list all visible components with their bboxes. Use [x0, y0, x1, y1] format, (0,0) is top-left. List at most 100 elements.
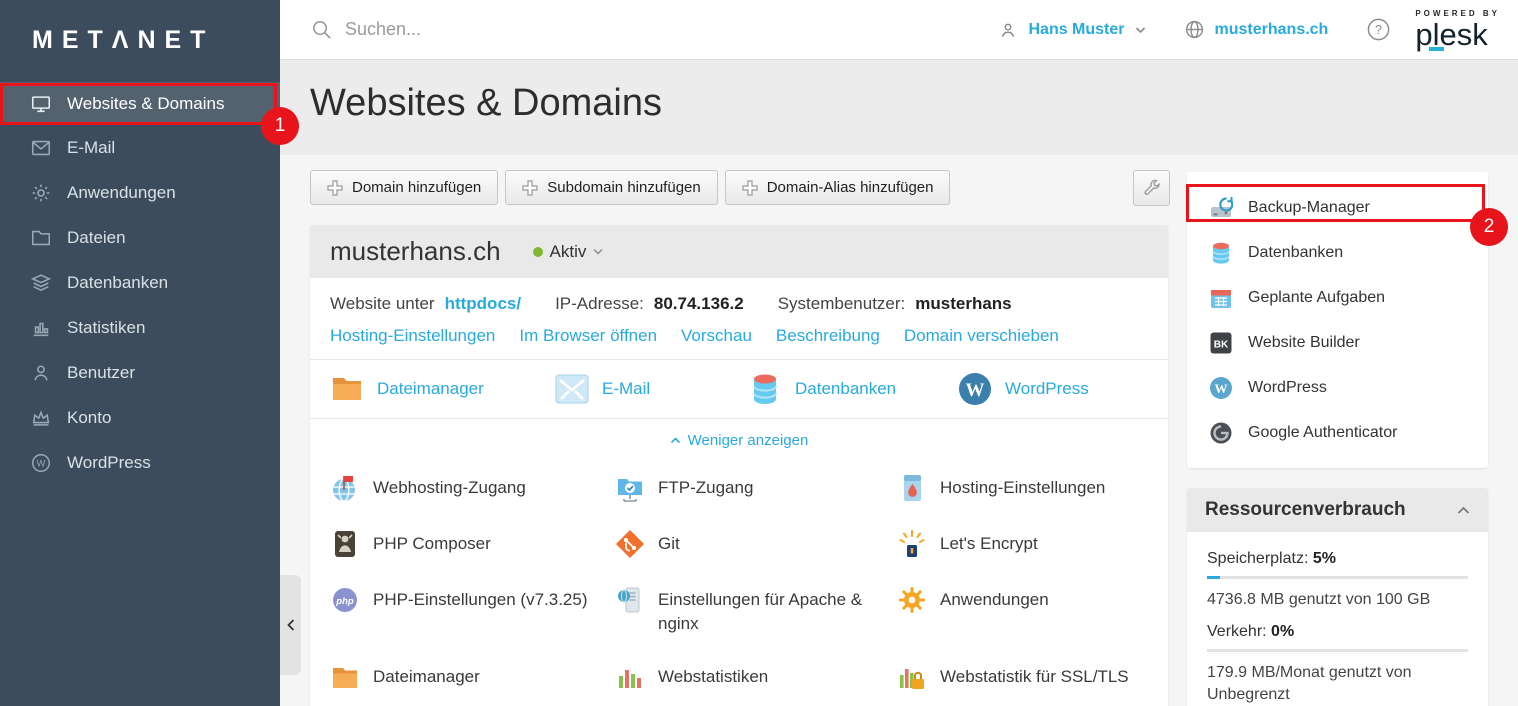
add-domain-alias-button[interactable]: Domain-Alias hinzufügen	[725, 170, 951, 205]
wordpress-item[interactable]: W WordPress	[1187, 365, 1488, 410]
tool-web-statistics[interactable]: Webstatistiken	[615, 662, 897, 692]
svg-text:W: W	[37, 458, 46, 468]
sidebar-item-wordpress[interactable]: W WordPress	[0, 440, 280, 485]
sidebar-item-datenbanken[interactable]: Datenbanken	[0, 260, 280, 305]
quick-email[interactable]: E-Mail	[555, 372, 748, 406]
quick-wordpress[interactable]: W WordPress	[958, 372, 1148, 406]
layers-icon	[30, 272, 52, 294]
sidebar-nav: Websites & Domains E-Mail Anwendungen Da…	[0, 82, 280, 485]
tool-lets-encrypt[interactable]: Let's Encrypt	[897, 529, 1148, 559]
tool-anwendungen[interactable]: Anwendungen	[897, 585, 1148, 636]
git-icon	[615, 529, 645, 559]
sidebar-item-statistiken[interactable]: Statistiken	[0, 305, 280, 350]
domain-tools-grid: Webhosting-Zugang FTP-Zugang Hosting-Ein…	[330, 461, 1148, 706]
domain-name: musterhans.ch	[330, 236, 501, 267]
tool-web-statistics-ssl[interactable]: Webstatistik für SSL/TLS	[897, 662, 1148, 692]
right-column: Backup-Manager Datenbanken Geplante Aufg…	[1187, 172, 1488, 706]
tool-file-manager[interactable]: Dateimanager	[330, 662, 615, 692]
user-icon	[998, 20, 1018, 40]
tool-apache-nginx-settings[interactable]: Einstellungen für Apache & nginx	[615, 585, 897, 636]
database-icon	[748, 372, 782, 406]
open-in-browser-link[interactable]: Im Browser öffnen	[519, 326, 657, 346]
web-statistics-ssl-icon	[897, 662, 927, 692]
quick-file-manager[interactable]: Dateimanager	[330, 372, 555, 406]
databases-item[interactable]: Datenbanken	[1187, 230, 1488, 275]
hosting-settings-link[interactable]: Hosting-Einstellungen	[330, 326, 495, 346]
sysuser-label: Systembenutzer:	[778, 290, 906, 318]
topbar: Hans Muster musterhans.ch ? POWERED BY p…	[280, 0, 1518, 60]
sidebar-item-label: Dateien	[67, 228, 126, 248]
wordpress-icon: W	[1209, 376, 1233, 400]
add-domain-button[interactable]: Domain hinzufügen	[310, 170, 498, 205]
sidebar-item-label: Benutzer	[67, 363, 135, 383]
wrench-icon	[1142, 178, 1162, 198]
chevron-up-icon	[670, 437, 681, 444]
website-under-label: Website unter	[330, 290, 435, 318]
disk-usage-bar	[1207, 576, 1468, 579]
ip-label: IP-Adresse:	[555, 290, 644, 318]
tool-ftp-access[interactable]: FTP-Zugang	[615, 473, 897, 503]
sidebar-item-websites-domains[interactable]: Websites & Domains	[0, 82, 280, 125]
svg-text:W: W	[1215, 381, 1228, 396]
help-icon[interactable]: ?	[1366, 17, 1391, 42]
search-icon	[310, 18, 333, 41]
plus-icon	[327, 180, 343, 196]
plus-icon	[742, 180, 758, 196]
show-less-link[interactable]: Weniger anzeigen	[330, 419, 1148, 461]
domain-links-row: Hosting-Einstellungen Im Browser öffnen …	[330, 326, 1148, 359]
add-subdomain-button[interactable]: Subdomain hinzufügen	[505, 170, 717, 205]
webhosting-access-icon	[330, 473, 360, 503]
applications-gear-icon	[897, 585, 927, 615]
sidebar-item-anwendungen[interactable]: Anwendungen	[0, 170, 280, 215]
preview-link[interactable]: Vorschau	[681, 326, 752, 346]
tool-webhosting-access[interactable]: Webhosting-Zugang	[330, 473, 615, 503]
settings-wrench-button[interactable]	[1133, 170, 1170, 206]
status-label: Aktiv	[550, 242, 587, 262]
domain-status-dropdown[interactable]: Aktiv	[533, 242, 604, 262]
sidebar-item-label: WordPress	[67, 453, 151, 473]
ftp-access-icon	[615, 473, 645, 503]
app-root: METΛNET Websites & Domains E-Mail Anwend…	[0, 0, 1518, 706]
status-dot	[533, 247, 543, 257]
domain-card: musterhans.ch Aktiv Website unter httpdo…	[310, 225, 1168, 706]
current-domain-link[interactable]: musterhans.ch	[1215, 21, 1329, 39]
sidebar-item-benutzer[interactable]: Benutzer	[0, 350, 280, 395]
svg-text:W: W	[966, 380, 985, 401]
website-builder-icon: BK	[1209, 331, 1233, 355]
right-tools-card: Backup-Manager Datenbanken Geplante Aufg…	[1187, 172, 1488, 468]
svg-text:?: ?	[1375, 23, 1382, 37]
web-statistics-icon	[615, 662, 645, 692]
backup-manager-item[interactable]: Backup-Manager	[1187, 185, 1488, 230]
search-wrap	[280, 18, 998, 41]
google-authenticator-item[interactable]: Google Authenticator	[1187, 410, 1488, 455]
chevron-down-icon[interactable]	[1135, 26, 1146, 34]
scheduled-tasks-item[interactable]: Geplante Aufgaben	[1187, 275, 1488, 320]
tool-php-settings[interactable]: php PHP-Einstellungen (v7.3.25)	[330, 585, 615, 636]
user-icon	[30, 362, 52, 384]
sidebar-item-dateien[interactable]: Dateien	[0, 215, 280, 260]
sidebar-item-konto[interactable]: Konto	[0, 395, 280, 440]
step-badge-1: 1	[261, 107, 299, 145]
tool-hosting-settings[interactable]: Hosting-Einstellungen	[897, 473, 1148, 503]
search-input[interactable]	[345, 19, 665, 40]
sidebar-item-email[interactable]: E-Mail	[0, 125, 280, 170]
plesk-logo: POWERED BY plesk	[1415, 8, 1500, 51]
sidebar-collapse-handle[interactable]	[280, 575, 301, 675]
crown-icon	[30, 407, 52, 429]
php-composer-icon	[330, 529, 360, 559]
move-domain-link[interactable]: Domain verschieben	[904, 326, 1059, 346]
resource-usage-header[interactable]: Ressourcenverbrauch	[1187, 488, 1488, 532]
step-badge-2: 2	[1470, 208, 1508, 246]
apache-nginx-icon	[615, 585, 645, 615]
httpdocs-link[interactable]: httpdocs/	[445, 290, 522, 318]
file-manager-icon	[330, 372, 364, 406]
description-link[interactable]: Beschreibung	[776, 326, 880, 346]
website-builder-item[interactable]: BK Website Builder	[1187, 320, 1488, 365]
tool-php-composer[interactable]: PHP Composer	[330, 529, 615, 559]
tool-git[interactable]: Git	[615, 529, 897, 559]
globe-icon	[1184, 19, 1205, 40]
svg-text:php: php	[335, 596, 354, 607]
user-menu[interactable]: Hans Muster	[1028, 21, 1124, 39]
disk-usage-line: Speicherplatz: 5%	[1207, 550, 1468, 568]
quick-databases[interactable]: Datenbanken	[748, 372, 958, 406]
